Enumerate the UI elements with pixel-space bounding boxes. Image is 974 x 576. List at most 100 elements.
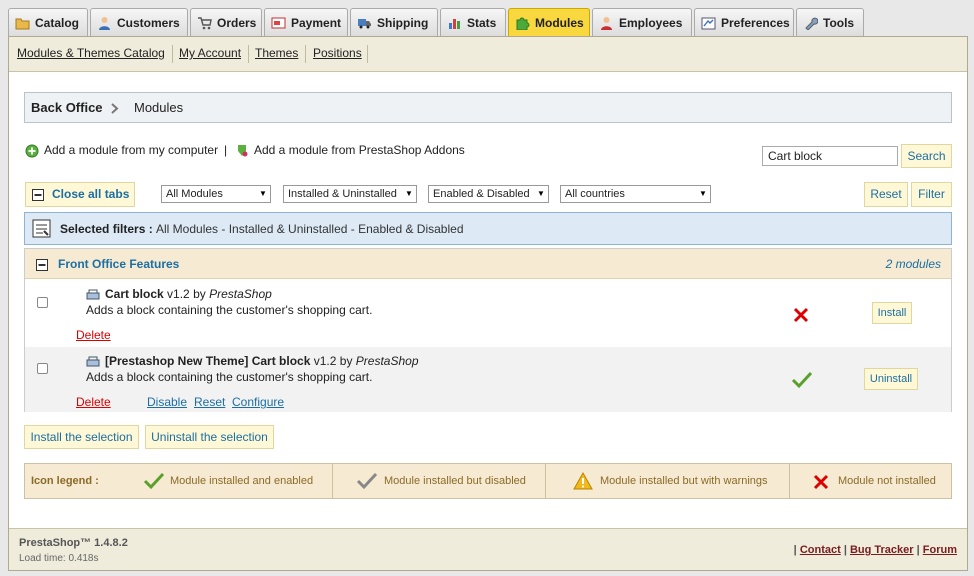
- main-frame: Modules & Themes Catalog My Account Them…: [8, 36, 968, 571]
- tab-label: Employees: [619, 16, 683, 30]
- delete-link[interactable]: Delete: [76, 395, 111, 409]
- subnav-separator: [367, 45, 368, 63]
- uninstall-selection-button[interactable]: Uninstall the selection: [145, 425, 274, 449]
- add-circle-icon: [25, 144, 39, 158]
- tab-label: Shipping: [377, 16, 429, 30]
- filter-enabled-select[interactable]: Enabled & Disabled ▼: [428, 185, 549, 203]
- dropdown-arrow-icon: ▼: [405, 189, 413, 198]
- legend-enabled: Module installed and enabled: [133, 464, 333, 498]
- legend-text: Module installed but disabled: [384, 475, 526, 487]
- footer: PrestaShop™ 1.4.8.2 Load time: 0.418s | …: [9, 528, 967, 570]
- module-description: Adds a block containing the customer's s…: [86, 303, 373, 317]
- tab-customers[interactable]: Customers: [90, 8, 188, 37]
- filter-modules-select[interactable]: All Modules ▼: [161, 185, 271, 203]
- warning-icon: [573, 472, 593, 490]
- bug-tracker-link[interactable]: Bug Tracker: [850, 544, 914, 556]
- module-checkbox[interactable]: [37, 297, 48, 308]
- tab-tools[interactable]: Tools: [796, 8, 864, 37]
- addons-icon: [238, 145, 248, 157]
- filter-installed-select[interactable]: Installed & Uninstalled ▼: [283, 185, 417, 203]
- folder-icon: [15, 18, 30, 30]
- module-by: by: [193, 287, 206, 301]
- tab-catalog[interactable]: Catalog: [8, 8, 88, 37]
- install-selection-button[interactable]: Install the selection: [24, 425, 139, 449]
- checkmark-disabled-icon: [356, 472, 378, 490]
- subnav-separator: [248, 45, 249, 63]
- install-button[interactable]: Install: [872, 302, 912, 324]
- tab-stats[interactable]: Stats: [440, 8, 506, 37]
- breadcrumb-current: Modules: [134, 100, 184, 115]
- delete-link[interactable]: Delete: [76, 328, 111, 342]
- filter-button[interactable]: Filter: [911, 182, 952, 207]
- disable-link[interactable]: Disable: [147, 395, 187, 409]
- subnav-my-account[interactable]: My Account: [179, 46, 241, 60]
- module-hook-icon: [86, 356, 100, 367]
- subnav-separator: [305, 45, 306, 63]
- select-value: All countries: [565, 188, 625, 200]
- legend-text: Module installed but with warnings: [600, 475, 768, 487]
- employee-icon: [601, 17, 612, 30]
- module-count: 2 modules: [885, 257, 941, 271]
- tab-label: Customers: [117, 16, 180, 30]
- collapse-icon: [36, 259, 48, 271]
- cart-icon: [198, 17, 212, 30]
- legend-text: Module installed and enabled: [170, 475, 314, 487]
- reset-filters-button[interactable]: Reset: [864, 182, 908, 207]
- icon-legend: Icon legend : Module installed and enabl…: [24, 463, 952, 499]
- tab-modules[interactable]: Modules: [508, 8, 590, 37]
- tab-employees[interactable]: Employees: [592, 8, 692, 37]
- checkmark-enabled-icon: [143, 472, 165, 490]
- tab-label: Preferences: [721, 16, 790, 30]
- footer-version: PrestaShop™ 1.4.8.2: [19, 537, 128, 549]
- breadcrumb-root[interactable]: Back Office: [31, 100, 103, 115]
- contact-link[interactable]: Contact: [800, 544, 841, 556]
- module-version: v1.2: [167, 287, 190, 301]
- tab-payment[interactable]: Payment: [264, 8, 348, 37]
- configure-link[interactable]: Configure: [232, 395, 284, 409]
- dropdown-arrow-icon: ▼: [537, 189, 545, 198]
- checkmark-enabled-icon: [791, 371, 813, 389]
- reset-link[interactable]: Reset: [194, 395, 225, 409]
- tab-preferences[interactable]: Preferences: [694, 8, 794, 37]
- not-installed-icon: [813, 474, 829, 490]
- section-title: Front Office Features: [58, 257, 180, 271]
- wrench-icon: [805, 17, 818, 30]
- filter-countries-select[interactable]: All countries ▼: [560, 185, 711, 203]
- not-installed-icon: [793, 307, 809, 323]
- subnav-modules-themes-catalog[interactable]: Modules & Themes Catalog: [17, 46, 165, 60]
- sub-navigation: Modules & Themes Catalog My Account Them…: [9, 37, 967, 72]
- tab-label: Payment: [291, 16, 342, 30]
- forum-link[interactable]: Forum: [923, 544, 957, 556]
- tab-shipping[interactable]: Shipping: [350, 8, 438, 37]
- puzzle-icon: [516, 17, 530, 30]
- search-button[interactable]: Search: [901, 144, 952, 168]
- add-module-from-computer-link[interactable]: Add a module from my computer: [44, 143, 218, 157]
- module-checkbox[interactable]: [37, 363, 48, 374]
- select-value: Enabled & Disabled: [433, 188, 530, 200]
- module-version: v1.2: [313, 354, 337, 368]
- module-name: [Prestashop New Theme] Cart block: [105, 354, 311, 368]
- subnav-positions[interactable]: Positions: [313, 46, 362, 60]
- close-all-tabs-button[interactable]: Close all tabs: [25, 182, 135, 207]
- footer-load-time: Load time: 0.418s: [19, 553, 99, 564]
- tab-label: Catalog: [35, 16, 80, 30]
- module-title: Cart block v1.2 by PrestaShop: [105, 287, 272, 301]
- add-links-separator: |: [224, 143, 228, 157]
- close-all-tabs-label: Close all tabs: [52, 187, 130, 201]
- chevron-right-icon: [111, 103, 119, 114]
- subnav-themes[interactable]: Themes: [255, 46, 298, 60]
- footer-links: | Contact | Bug Tracker | Forum: [793, 544, 957, 556]
- add-module-from-addons-link[interactable]: Add a module from PrestaShop Addons: [254, 143, 465, 157]
- uninstall-button[interactable]: Uninstall: [864, 368, 918, 390]
- selected-filters-value: All Modules - Installed & Uninstalled - …: [156, 222, 464, 236]
- preferences-icon: [701, 17, 716, 30]
- section-header[interactable]: Front Office Features 2 modules: [25, 249, 951, 279]
- legend-warnings: Module installed but with warnings: [546, 464, 790, 498]
- tab-orders[interactable]: Orders: [190, 8, 262, 37]
- dropdown-arrow-icon: ▼: [699, 189, 707, 198]
- selected-filters-label: Selected filters :: [60, 222, 153, 236]
- subnav-separator: [172, 45, 173, 63]
- module-search-input[interactable]: Cart block: [762, 146, 898, 166]
- module-row: Cart block v1.2 by PrestaShop Adds a blo…: [25, 280, 951, 347]
- tab-label: Orders: [217, 16, 257, 30]
